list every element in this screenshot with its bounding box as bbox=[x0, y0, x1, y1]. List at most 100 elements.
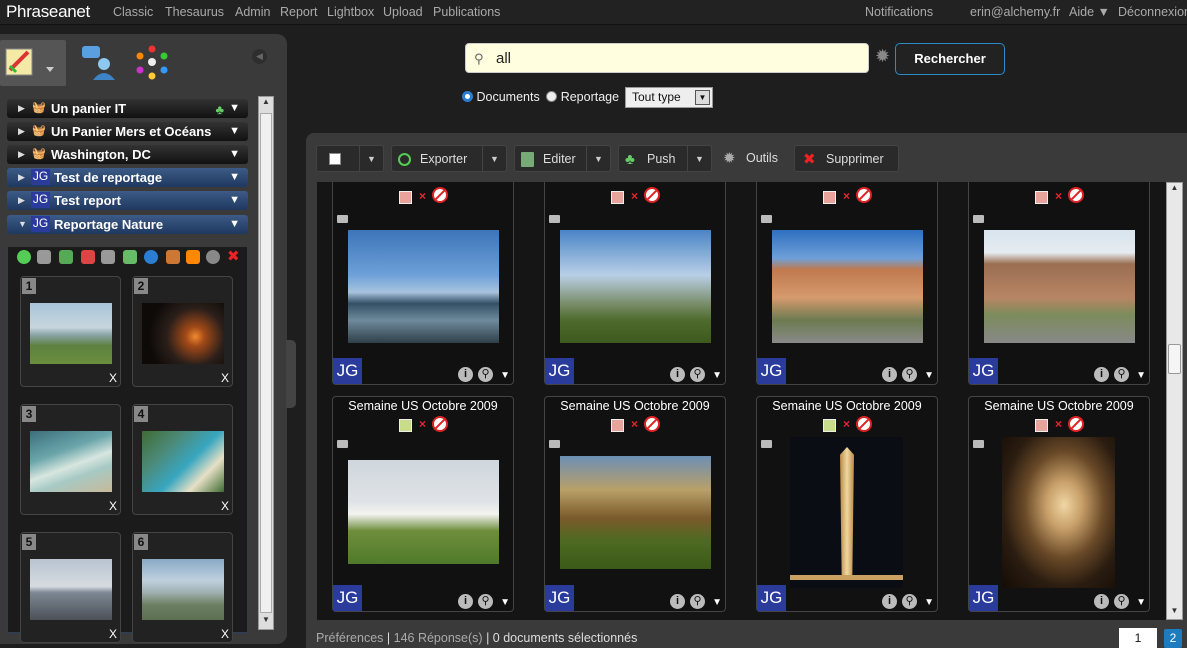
chevron-down-icon[interactable]: ▼ bbox=[500, 370, 510, 381]
search-settings-icon[interactable]: ✹ bbox=[875, 46, 890, 67]
result-image[interactable] bbox=[1002, 437, 1115, 588]
nav-classic[interactable]: Classic bbox=[113, 5, 153, 19]
users-tab[interactable] bbox=[78, 40, 136, 85]
info-icon[interactable]: i bbox=[1094, 367, 1109, 382]
story-item-expanded[interactable]: ▼ JG Reportage Nature ▼ bbox=[7, 215, 248, 234]
scroll-thumb[interactable] bbox=[260, 113, 272, 613]
status-square[interactable] bbox=[611, 419, 624, 432]
story-thumbnail[interactable]: 2 X bbox=[132, 276, 233, 387]
preferences-link[interactable]: Préférences bbox=[316, 631, 383, 645]
result-image[interactable] bbox=[348, 460, 499, 564]
nav-publications[interactable]: Publications bbox=[433, 5, 500, 19]
chevron-down-icon[interactable]: ▼ bbox=[500, 597, 510, 608]
select-all-checkbox[interactable] bbox=[329, 153, 341, 165]
status-square[interactable] bbox=[1035, 191, 1048, 204]
chevron-down-icon[interactable]: ▼ bbox=[359, 146, 383, 171]
remove-item-icon[interactable]: X bbox=[221, 627, 229, 641]
result-card[interactable]: × JG i ⚲ ▼ bbox=[756, 182, 938, 385]
baskets-scrollbar[interactable]: ▲ ▼ bbox=[258, 96, 274, 630]
story-item[interactable]: ▶ JG Test report ▼ bbox=[7, 191, 248, 210]
chevron-down-icon[interactable]: ▼ bbox=[687, 146, 711, 171]
basket-menu-icon[interactable]: ▼ bbox=[229, 99, 240, 118]
results-scrollbar[interactable]: ▲ ▼ bbox=[1166, 182, 1183, 620]
rss-icon[interactable] bbox=[186, 250, 200, 264]
forbidden-icon[interactable] bbox=[1068, 416, 1084, 432]
nav-upload[interactable]: Upload bbox=[383, 5, 423, 19]
basket-menu-icon[interactable]: ▼ bbox=[229, 122, 240, 141]
basket-item[interactable]: ▶ 🧺 Un Panier Mers et Océans ▼ bbox=[7, 122, 248, 141]
forbidden-icon[interactable] bbox=[432, 187, 448, 203]
chevron-down-icon[interactable]: ▼ bbox=[1136, 597, 1146, 608]
user-account[interactable]: erin@alchemy.fr bbox=[970, 5, 1060, 19]
zoom-icon[interactable]: ⚲ bbox=[478, 367, 493, 382]
remove-item-icon[interactable]: X bbox=[109, 627, 117, 641]
push-button[interactable]: ♣ Push ▼ bbox=[618, 145, 712, 172]
info-icon[interactable]: i bbox=[882, 594, 897, 609]
result-card[interactable]: Semaine US Octobre 2009 × JG i ⚲ ▼ bbox=[756, 396, 938, 612]
forbidden-icon[interactable] bbox=[644, 187, 660, 203]
forbidden-icon[interactable] bbox=[1068, 187, 1084, 203]
select-all-button[interactable]: ▼ bbox=[316, 145, 384, 172]
remove-item-icon[interactable]: X bbox=[109, 371, 117, 385]
thesaurus-tab[interactable] bbox=[131, 40, 189, 85]
story-thumbnail[interactable]: 1 X bbox=[20, 276, 121, 387]
chevron-down-icon[interactable]: ▼ bbox=[924, 370, 934, 381]
basket-menu-icon[interactable]: ▼ bbox=[229, 145, 240, 164]
result-image[interactable] bbox=[560, 456, 711, 569]
result-card[interactable]: × JG i ⚲ ▼ bbox=[332, 182, 514, 385]
basket-item[interactable]: ▶ 🧺 Un panier IT ♣ ▼ bbox=[7, 99, 248, 118]
search-box[interactable]: ⚲ bbox=[465, 43, 869, 73]
nav-thesaurus[interactable]: Thesaurus bbox=[165, 5, 224, 19]
info-icon[interactable]: i bbox=[882, 367, 897, 382]
info-icon[interactable]: i bbox=[670, 594, 685, 609]
export-button[interactable]: Exporter ▼ bbox=[391, 145, 507, 172]
download-icon[interactable] bbox=[59, 250, 73, 264]
zoom-icon[interactable]: ⚲ bbox=[1114, 367, 1129, 382]
delete-icon[interactable]: ✖ bbox=[227, 249, 241, 264]
logout-link[interactable]: Déconnexion bbox=[1118, 5, 1187, 19]
info-icon[interactable]: i bbox=[458, 367, 473, 382]
chevron-down-icon[interactable]: ▼ bbox=[1136, 370, 1146, 381]
result-image[interactable] bbox=[348, 230, 499, 343]
forbidden-icon[interactable] bbox=[432, 416, 448, 432]
print-icon[interactable] bbox=[37, 250, 51, 264]
status-square[interactable] bbox=[399, 191, 412, 204]
settings-icon[interactable] bbox=[206, 250, 220, 264]
type-select[interactable]: Tout type ▼ bbox=[625, 87, 713, 108]
status-square[interactable] bbox=[1035, 419, 1048, 432]
panel-resize-handle[interactable] bbox=[286, 340, 296, 408]
story-thumbnail[interactable]: 6 X bbox=[132, 532, 233, 643]
info-icon[interactable]: i bbox=[670, 367, 685, 382]
forbidden-icon[interactable] bbox=[644, 416, 660, 432]
remove-item-icon[interactable]: X bbox=[221, 371, 229, 385]
page-current[interactable]: 1 bbox=[1119, 628, 1157, 648]
info-icon[interactable]: i bbox=[458, 594, 473, 609]
zoom-icon[interactable]: ⚲ bbox=[902, 594, 917, 609]
scroll-down-icon[interactable]: ▼ bbox=[259, 615, 273, 629]
chevron-down-icon[interactable]: ▼ bbox=[924, 597, 934, 608]
result-card[interactable]: Semaine US Octobre 2009 × JG i ⚲ ▼ bbox=[968, 396, 1150, 612]
story-thumbnail[interactable]: 5 X bbox=[20, 532, 121, 643]
edit-button[interactable]: Editer ▼ bbox=[514, 145, 611, 172]
info-icon[interactable]: i bbox=[1094, 594, 1109, 609]
remove-item-icon[interactable]: X bbox=[109, 499, 117, 513]
collapse-panel-icon[interactable]: ◀ bbox=[252, 49, 267, 64]
search-button[interactable]: Rechercher bbox=[895, 43, 1005, 75]
baskets-tab[interactable] bbox=[0, 40, 66, 86]
status-square[interactable] bbox=[823, 191, 836, 204]
delete-button[interactable]: ✖ Supprimer bbox=[794, 145, 899, 172]
story-thumbnail[interactable]: 4 X bbox=[132, 404, 233, 515]
result-image[interactable] bbox=[984, 230, 1135, 343]
forbidden-icon[interactable] bbox=[856, 416, 872, 432]
nav-report[interactable]: Report bbox=[280, 5, 318, 19]
feedback-icon[interactable] bbox=[144, 250, 158, 264]
scroll-down-icon[interactable]: ▼ bbox=[1167, 606, 1182, 619]
story-menu-icon[interactable]: ▼ bbox=[229, 215, 240, 234]
status-square[interactable] bbox=[823, 419, 836, 432]
status-square[interactable] bbox=[399, 419, 412, 432]
page-next-button[interactable]: 2 bbox=[1164, 629, 1182, 648]
result-card[interactable]: Semaine US Octobre 2009 × JG i ⚲ ▼ bbox=[332, 396, 514, 612]
zoom-icon[interactable]: ⚲ bbox=[1114, 594, 1129, 609]
status-icon[interactable] bbox=[81, 250, 95, 264]
nav-lightbox[interactable]: Lightbox bbox=[327, 5, 374, 19]
